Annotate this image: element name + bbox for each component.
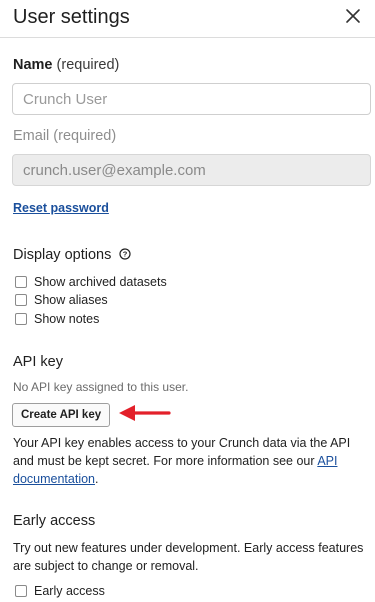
checkbox-label: Early access (34, 584, 105, 598)
api-key-description-text: Your API key enables access to your Crun… (13, 436, 351, 468)
svg-text:?: ? (123, 250, 128, 259)
create-api-key-button[interactable]: Create API key (12, 403, 111, 427)
modal-header: User settings (0, 0, 375, 38)
display-options-title-text: Display options (13, 247, 112, 263)
close-icon[interactable] (345, 8, 361, 24)
checkbox-box[interactable] (15, 276, 27, 288)
api-key-status: No API key assigned to this user. (13, 380, 189, 394)
checkbox-label: Show aliases (34, 293, 108, 307)
display-options-title: Display options ? (13, 247, 131, 263)
checkbox-box[interactable] (15, 585, 27, 597)
show-aliases-checkbox[interactable]: Show aliases (15, 293, 108, 307)
checkbox-box[interactable] (15, 313, 27, 325)
reset-password-link[interactable]: Reset password (13, 201, 109, 215)
name-input[interactable] (12, 83, 371, 115)
api-key-description-end: . (95, 472, 99, 486)
email-required-text: (required) (53, 128, 117, 144)
show-archived-datasets-checkbox[interactable]: Show archived datasets (15, 275, 167, 289)
name-required-text: (required) (56, 57, 120, 73)
info-circle-icon[interactable]: ? (119, 248, 131, 260)
name-label-text: Name (13, 57, 53, 73)
checkbox-label: Show notes (34, 312, 100, 326)
show-notes-checkbox[interactable]: Show notes (15, 312, 99, 326)
api-key-description: Your API key enables access to your Crun… (13, 434, 368, 488)
modal-title: User settings (13, 6, 130, 28)
email-label: Email (required) (13, 128, 116, 144)
api-key-title: API key (13, 354, 63, 370)
email-input (12, 154, 371, 186)
name-label: Name (required) (13, 57, 119, 73)
early-access-title: Early access (13, 513, 96, 529)
early-access-checkbox[interactable]: Early access (15, 584, 105, 598)
red-arrow-annotation (119, 405, 171, 421)
checkbox-box[interactable] (15, 294, 27, 306)
early-access-description: Try out new features under development. … (13, 541, 364, 573)
email-label-text: Email (13, 128, 50, 144)
checkbox-label: Show archived datasets (34, 275, 167, 289)
